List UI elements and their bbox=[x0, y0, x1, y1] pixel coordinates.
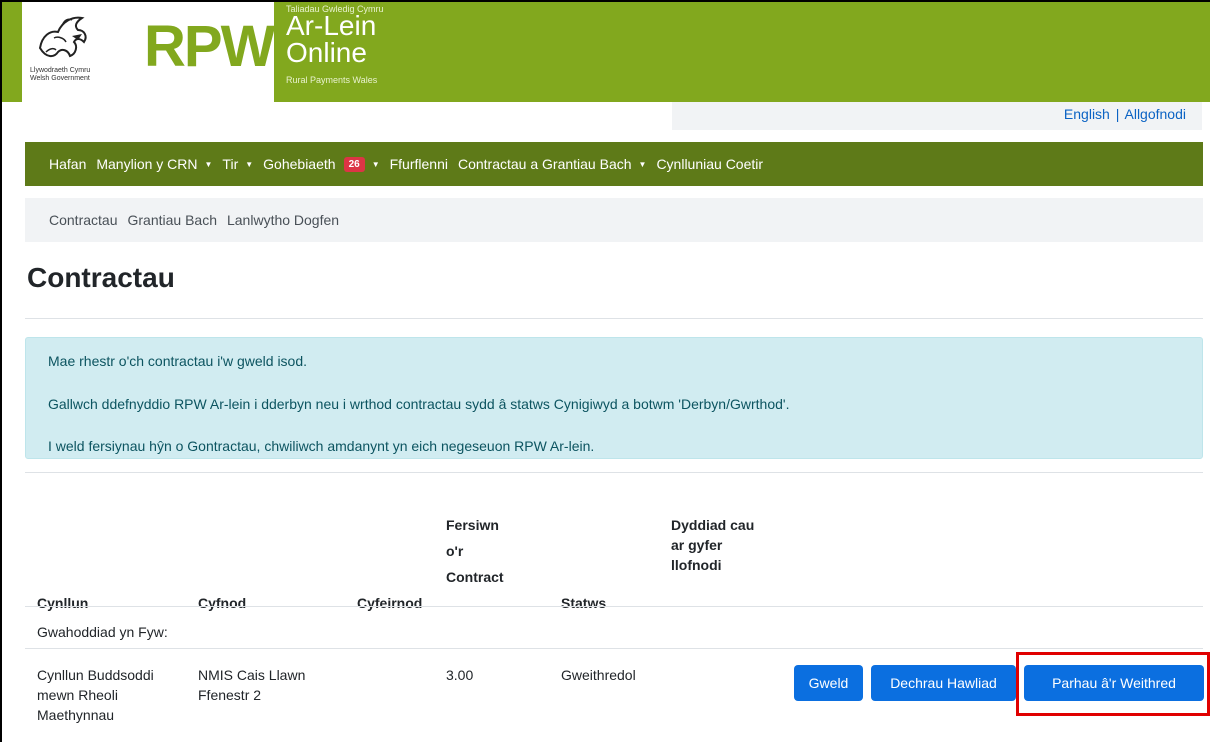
caret-down-icon: ▼ bbox=[371, 159, 380, 169]
cell-line: mewn Rheoli bbox=[37, 687, 118, 703]
subnav-small-grants[interactable]: Grantiau Bach bbox=[127, 212, 217, 228]
info-line-2: Gallwch ddefnyddio RPW Ar-lein i dderbyn… bbox=[48, 396, 790, 412]
nav-item-label: Hafan bbox=[49, 156, 87, 172]
nav-item-label: Gohebiaeth bbox=[263, 156, 336, 172]
nav-item-contracts-grants[interactable]: Contractau a Grantiau Bach ▼ bbox=[458, 156, 646, 172]
view-button[interactable]: Gweld bbox=[794, 665, 863, 701]
nav-item-forms[interactable]: Ffurflenni bbox=[390, 156, 448, 172]
column-header-version: Fersiwn o'r Contract bbox=[446, 515, 504, 587]
header-line: Fersiwn bbox=[446, 517, 499, 533]
government-name: Llywodraeth Cymru Welsh Government bbox=[30, 67, 110, 83]
logout-link[interactable]: Allgofnodi bbox=[1125, 106, 1187, 122]
column-header-signing-deadline: Dyddiad cau ar gyfer llofnodi bbox=[671, 515, 754, 575]
cell-version: 3.00 bbox=[446, 667, 474, 683]
divider bbox=[25, 472, 1203, 473]
table-header-divider bbox=[25, 606, 1203, 607]
nav-item-label: Contractau a Grantiau Bach bbox=[457, 156, 632, 172]
nav-item-land[interactable]: Tir ▼ bbox=[222, 156, 253, 172]
welsh-dragon-icon bbox=[38, 16, 87, 58]
rpw-logo-text: RPW bbox=[144, 14, 275, 79]
gov-name-english: Welsh Government bbox=[30, 75, 90, 82]
column-header-reference: Cyfeirnod bbox=[357, 595, 423, 611]
start-claim-button[interactable]: Dechrau Hawliad bbox=[871, 665, 1016, 701]
column-header-period: Cyfnod bbox=[198, 595, 247, 611]
product-title: Taliadau Gwledig Cymru Ar-Lein Online Ru… bbox=[284, 2, 394, 102]
header-line: Contract bbox=[446, 569, 504, 585]
caret-down-icon: ▼ bbox=[204, 159, 213, 169]
sub-nav: Contractau Grantiau Bach Lanlwytho Dogfe… bbox=[25, 198, 1203, 242]
info-alert: Mae rhestr o'ch contractau i'w gweld iso… bbox=[25, 337, 1203, 459]
column-header-status: Statws bbox=[561, 595, 607, 611]
utility-links: English | Allgofnodi bbox=[1064, 106, 1186, 122]
nav-item-label: Cynlluniau Coetir bbox=[656, 156, 764, 172]
nav-item-label: Ffurflenni bbox=[389, 156, 448, 172]
english-link[interactable]: English bbox=[1064, 106, 1110, 122]
divider bbox=[25, 318, 1203, 319]
cell-line: Maethynnau bbox=[37, 707, 115, 723]
table-row-divider bbox=[25, 648, 1203, 649]
cell-status: Gweithredol bbox=[561, 667, 636, 683]
page-title: Contractau bbox=[27, 262, 175, 293]
tagline-bottom: Rural Payments Wales bbox=[286, 75, 378, 85]
nav-item-home[interactable]: Hafan bbox=[49, 156, 86, 172]
header-line: o'r bbox=[446, 543, 464, 559]
nav-item-label: Manylion y CRN bbox=[96, 156, 198, 172]
utility-separator: | bbox=[1115, 106, 1120, 122]
product-line1: Ar-Lein bbox=[286, 10, 377, 41]
subnav-upload-document[interactable]: Lanlwytho Dogfen bbox=[227, 212, 339, 228]
cell-line: Cynllun Buddsoddi bbox=[37, 667, 154, 683]
cell-line: NMIS Cais Llawn bbox=[198, 667, 306, 683]
nav-item-label: Tir bbox=[222, 156, 239, 172]
cell-line: Ffenestr 2 bbox=[198, 687, 262, 703]
nav-item-correspondence[interactable]: Gohebiaeth 26 ▼ bbox=[263, 156, 379, 172]
info-line-1: Mae rhestr o'ch contractau i'w gweld iso… bbox=[48, 353, 308, 369]
unread-count-badge: 26 bbox=[343, 156, 365, 172]
column-header-scheme: Cynllun bbox=[37, 595, 89, 611]
info-line-3: I weld fersiynau hŷn o Gontractau, chwil… bbox=[48, 438, 595, 454]
gov-name-welsh: Llywodraeth Cymru bbox=[30, 67, 91, 74]
welsh-government-logo[interactable]: Llywodraeth Cymru Welsh Government RPW bbox=[22, 2, 275, 102]
annotation-highlight-box bbox=[1016, 652, 1210, 716]
caret-down-icon: ▼ bbox=[245, 159, 254, 169]
caret-down-icon: ▼ bbox=[638, 159, 647, 169]
product-line2: Online bbox=[286, 37, 367, 68]
cell-period: NMIS Cais Llawn Ffenestr 2 bbox=[198, 665, 305, 705]
main-nav: Hafan Manylion y CRN ▼ Tir ▼ Gohebiaeth 26 ▼… bbox=[25, 142, 1203, 186]
header-line: llofnodi bbox=[671, 557, 722, 573]
nav-item-woodland-plans[interactable]: Cynlluniau Coetir bbox=[656, 156, 763, 172]
header-line: Dyddiad cau bbox=[671, 517, 755, 533]
group-label: Gwahoddiad yn Fyw: bbox=[37, 624, 168, 640]
site-header: Llywodraeth Cymru Welsh Government RPW T… bbox=[2, 2, 1210, 102]
cell-scheme: Cynllun Buddsoddi mewn Rheoli Maethynnau bbox=[37, 665, 154, 725]
window-frame-left bbox=[0, 0, 2, 742]
subnav-contracts[interactable]: Contractau bbox=[49, 212, 117, 228]
nav-item-crn-details[interactable]: Manylion y CRN ▼ bbox=[96, 156, 212, 172]
header-line: ar gyfer bbox=[671, 537, 723, 553]
